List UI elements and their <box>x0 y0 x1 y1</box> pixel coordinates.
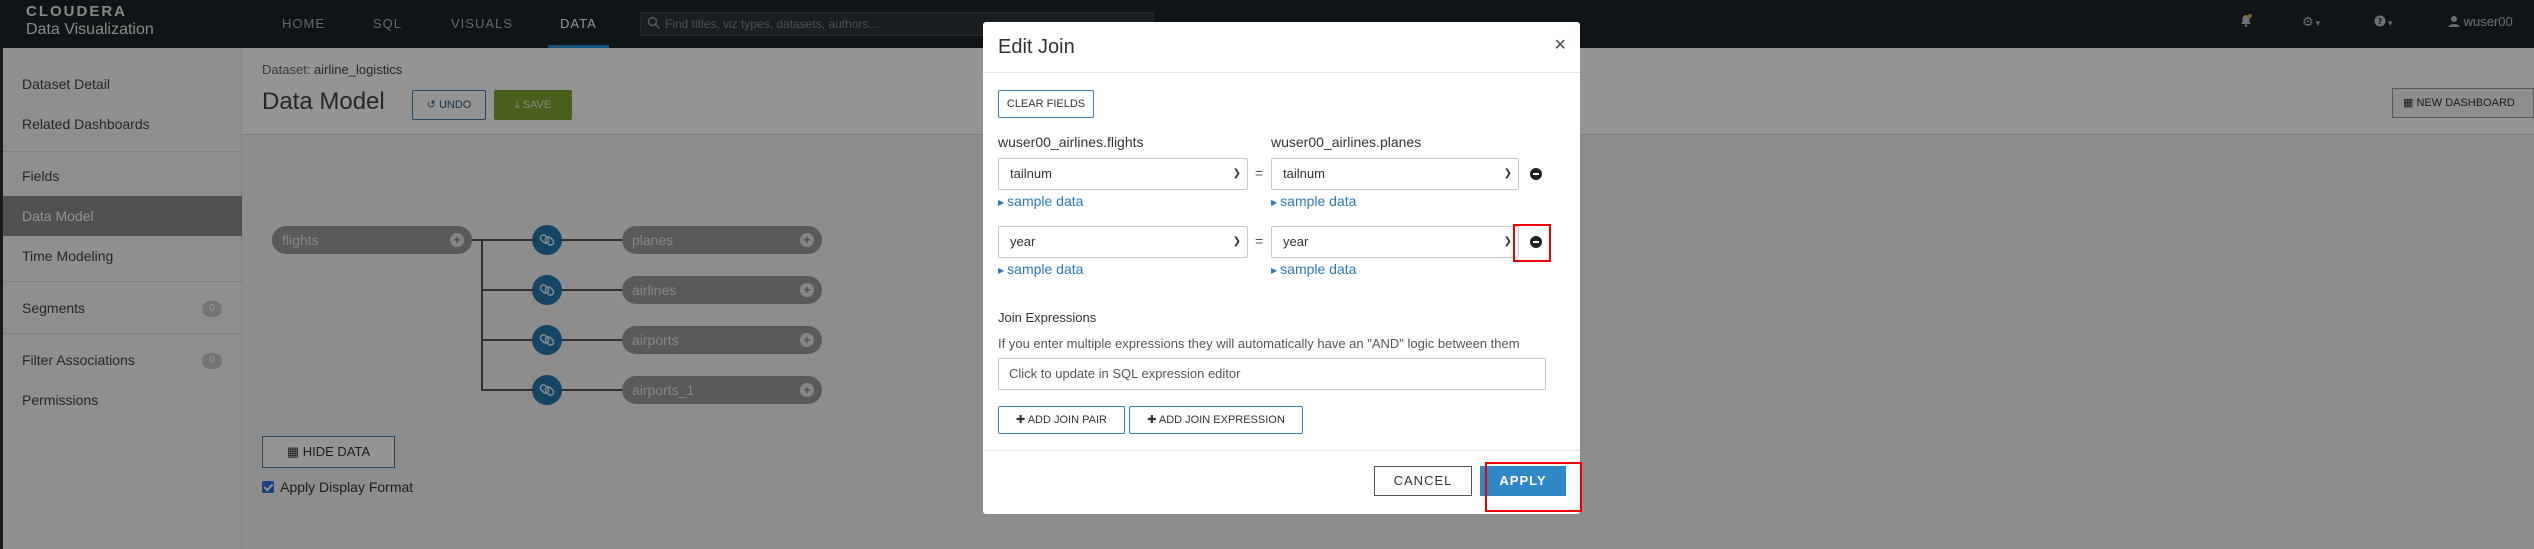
chevron-down-icon: ❯ <box>1503 236 1512 247</box>
join-expressions-title: Join Expressions <box>998 310 1097 325</box>
chevron-down-icon: ❯ <box>1232 236 1241 247</box>
equals-sign: = <box>1255 165 1264 181</box>
selected-value: year <box>1283 234 1309 249</box>
highlight-box <box>1485 462 1582 512</box>
dialog-footer-divider <box>983 450 1580 451</box>
caret-right-icon: ▶ <box>1271 198 1278 207</box>
left-field-select[interactable]: tailnum ❯ <box>998 158 1248 190</box>
chevron-down-icon: ❯ <box>1232 168 1241 179</box>
caret-right-icon: ▶ <box>998 198 1005 207</box>
right-sample-data-link[interactable]: ▶ sample data <box>1271 261 1356 277</box>
right-field-select[interactable]: year ❯ <box>1271 226 1519 258</box>
caret-right-icon: ▶ <box>998 266 1005 275</box>
selected-value: tailnum <box>1010 166 1052 181</box>
sample-data-label: sample data <box>1280 261 1357 277</box>
plus-icon: ✚ <box>1016 414 1026 426</box>
left-table-label: wuser00_airlines.flights <box>998 134 1144 150</box>
sample-data-label: sample data <box>1280 193 1357 209</box>
remove-pair-icon[interactable] <box>1530 168 1542 180</box>
add-join-expression-button[interactable]: ✚ ADD JOIN EXPRESSION <box>1129 406 1303 434</box>
plus-icon: ✚ <box>1147 414 1157 426</box>
sample-data-label: sample data <box>1007 193 1084 209</box>
equals-sign: = <box>1255 233 1264 249</box>
edit-join-dialog: Edit Join × CLEAR FIELDS wuser00_airline… <box>983 22 1582 514</box>
caret-right-icon: ▶ <box>1271 266 1278 275</box>
right-sample-data-link[interactable]: ▶ sample data <box>1271 193 1356 209</box>
left-sample-data-link[interactable]: ▶ sample data <box>998 261 1083 277</box>
right-field-select[interactable]: tailnum ❯ <box>1271 158 1519 190</box>
cancel-button[interactable]: CANCEL <box>1374 466 1472 496</box>
sql-expression-input[interactable]: Click to update in SQL expression editor <box>998 358 1546 390</box>
left-sample-data-link[interactable]: ▶ sample data <box>998 193 1083 209</box>
selected-value: tailnum <box>1283 166 1325 181</box>
join-expressions-hint: If you enter multiple expressions they w… <box>998 336 1520 351</box>
dialog-header-divider <box>983 72 1580 73</box>
left-field-select[interactable]: year ❯ <box>998 226 1248 258</box>
clear-fields-button[interactable]: CLEAR FIELDS <box>998 90 1094 118</box>
dialog-title: Edit Join <box>998 36 1075 58</box>
selected-value: year <box>1010 234 1036 249</box>
add-join-pair-button[interactable]: ✚ ADD JOIN PAIR <box>998 406 1125 434</box>
add-join-pair-label: ADD JOIN PAIR <box>1027 414 1107 426</box>
close-icon[interactable]: × <box>1554 34 1566 57</box>
add-join-expression-label: ADD JOIN EXPRESSION <box>1158 414 1285 426</box>
chevron-down-icon: ❯ <box>1503 168 1512 179</box>
right-table-label: wuser00_airlines.planes <box>1271 134 1422 150</box>
sample-data-label: sample data <box>1007 261 1084 277</box>
highlight-box <box>1513 224 1551 262</box>
